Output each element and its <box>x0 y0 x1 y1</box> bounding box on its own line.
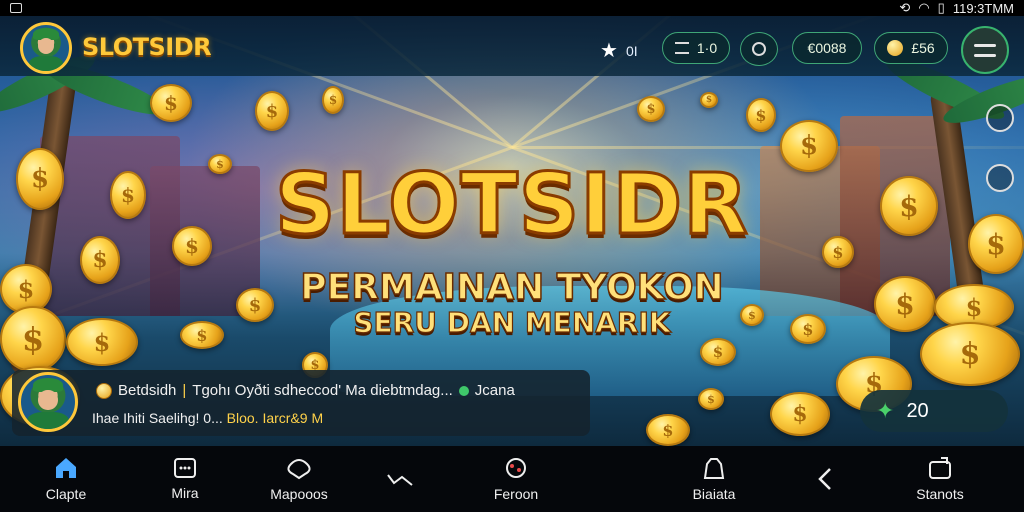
coin-icon <box>887 40 904 56</box>
level-pill[interactable]: 1·0 <box>662 32 730 64</box>
swipe-indicator <box>380 446 420 512</box>
bottom-nav: Clapte Mira Mapooos Feroon Biaiata Stano… <box>0 446 1024 512</box>
status-bar: ⟲ ◠ ▯ 119:3TMM <box>0 0 1024 16</box>
status-icons: ⟲ ◠ ▯ 119:3TMM <box>899 0 1014 16</box>
currency-pill[interactable]: €0088 <box>792 32 862 64</box>
nav-item-feroon[interactable]: Feroon <box>486 446 546 512</box>
chat-icon <box>174 458 196 478</box>
reward-icon <box>506 458 526 478</box>
menu-button[interactable] <box>961 26 1009 74</box>
signal-icon: ⟲ <box>899 0 911 15</box>
player-avatar[interactable] <box>20 22 72 74</box>
map-icon <box>287 459 311 480</box>
chevron-left-icon <box>818 468 831 490</box>
notification-avatar <box>18 372 78 432</box>
app-logo: SLOTSIDR <box>82 33 212 61</box>
wave-icon <box>387 474 413 486</box>
star-icon: ★ <box>600 40 618 62</box>
score-pill[interactable]: ✦ 20 <box>860 390 1008 432</box>
online-dot-icon <box>458 385 469 396</box>
nav-item-mapooos[interactable]: Mapooos <box>262 446 336 512</box>
bag-icon <box>703 458 725 479</box>
notification-icon <box>10 3 22 13</box>
notification-line-1: Betdsidh | Tgohı Oyðti sdheccod' Ma dieb… <box>96 382 515 399</box>
stars-counter[interactable]: ★ 0I <box>600 38 638 63</box>
list-icon <box>674 42 689 54</box>
status-time: 119:3TMM <box>952 0 1014 16</box>
coin-icon <box>96 382 112 399</box>
nav-item-biaiata[interactable]: Biaiata <box>684 446 744 512</box>
nav-item-mira[interactable]: Mira <box>155 446 215 512</box>
bomb-icon[interactable] <box>986 104 1014 132</box>
battery-icon: ▯ <box>937 0 945 15</box>
refresh-icon: ✦ <box>876 398 895 423</box>
nav-item-stanots[interactable]: Stanots <box>908 446 972 512</box>
nav-item-clapte[interactable]: Clapte <box>36 446 96 512</box>
wifi-icon: ◠ <box>918 0 930 15</box>
game-title: SLOTSIDR <box>274 155 750 253</box>
stats-icon <box>929 457 951 479</box>
game-subtitle-line1: PERMAINAN TYOKON <box>300 266 725 309</box>
back-button[interactable] <box>810 446 840 512</box>
notification-line-2: Ihae Ihiti Saelihg! 0... Bloo. Iarcr&9 M <box>92 410 324 426</box>
timer-icon <box>752 42 766 56</box>
winner-notification[interactable] <box>12 370 590 436</box>
timer-button[interactable] <box>740 32 778 66</box>
gems-pill[interactable]: £56 <box>874 32 948 64</box>
home-icon <box>56 458 76 478</box>
menu-icon <box>974 43 996 47</box>
game-subtitle-line2: SERU DAN MENARIK <box>353 305 671 339</box>
